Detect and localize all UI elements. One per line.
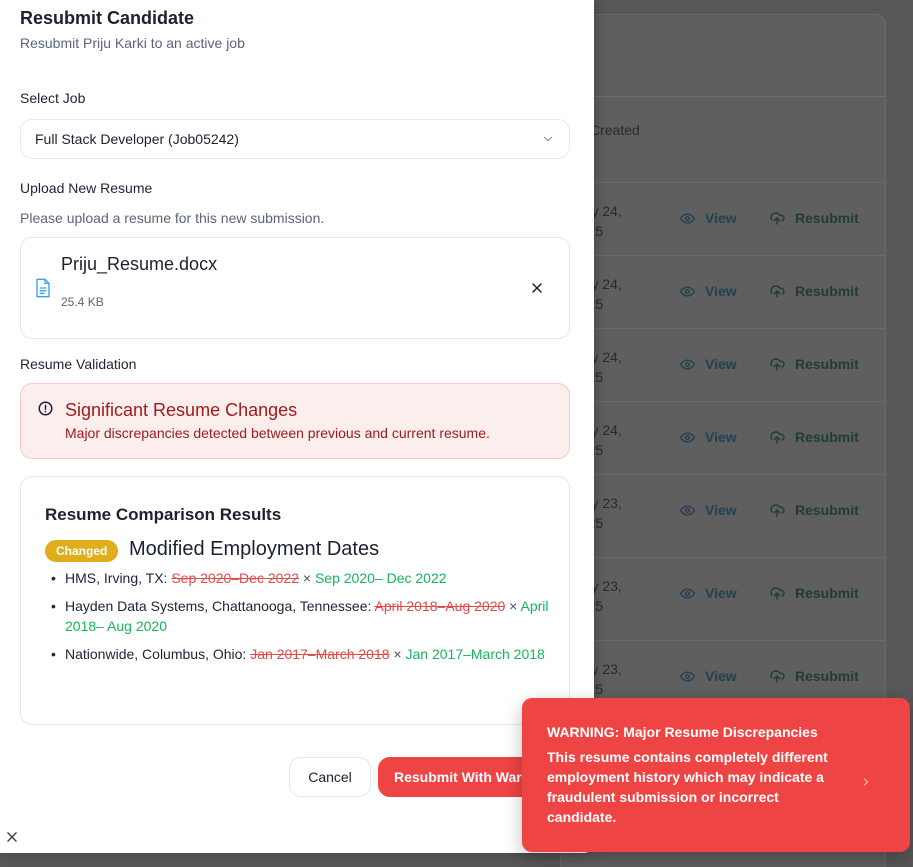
row-resubmit-button[interactable]: Resubmit — [769, 429, 859, 445]
changed-badge: Changed — [45, 540, 119, 562]
old-dates: Sep 2020–Dec 2022 — [171, 570, 299, 586]
table-row: May 24,2025ViewResubmit — [560, 401, 886, 474]
cloud-upload-icon — [769, 585, 785, 601]
eye-icon — [680, 430, 695, 445]
upload-help-text: Please upload a resume for this new subm… — [20, 210, 325, 226]
separator: × — [302, 570, 312, 586]
view-label: View — [705, 429, 737, 445]
company-text: Nationwide, Columbus, Ohio: — [65, 646, 247, 662]
resubmit-label: Resubmit — [795, 429, 859, 445]
resubmit-label: Resubmit — [795, 356, 859, 372]
eye-icon — [680, 211, 695, 226]
alert-circle-icon — [38, 401, 53, 416]
resubmit-candidate-modal: Resubmit Candidate Resubmit Priju Karki … — [0, 0, 594, 853]
separator: × — [509, 598, 518, 614]
new-dates: Jan 2017–March 2018 — [405, 646, 545, 662]
change-list: HMS, Irving, TX: Sep 2020–Dec 2022 × Sep… — [45, 568, 550, 672]
list-item: Hayden Data Systems, Chattanooga, Tennes… — [45, 596, 550, 636]
view-label: View — [705, 502, 737, 518]
modal-subtitle: Resubmit Priju Karki to an active job — [20, 35, 245, 51]
resubmit-label: Resubmit — [795, 668, 859, 684]
view-button[interactable]: View — [680, 502, 737, 518]
resubmit-label: Resubmit — [795, 585, 859, 601]
chevron-right-icon[interactable] — [860, 776, 872, 788]
view-label: View — [705, 356, 737, 372]
view-button[interactable]: View — [680, 210, 737, 226]
modal-title: Resubmit Candidate — [20, 8, 195, 28]
table-row: May 24,2025ViewResubmit — [560, 182, 886, 255]
alert-title: Significant Resume Changes — [65, 400, 298, 420]
view-label: View — [705, 668, 737, 684]
select-job-label: Select Job — [20, 90, 86, 106]
view-button[interactable]: View — [680, 429, 737, 445]
document-icon — [36, 278, 50, 298]
row-resubmit-button[interactable]: Resubmit — [769, 668, 859, 684]
old-dates: April 2018–Aug 2020 — [374, 598, 506, 614]
company-text: HMS, Irving, TX: — [65, 570, 168, 586]
comparison-title: Resume Comparison Results — [45, 505, 282, 524]
table-row: May 23,2025ViewResubmit — [560, 474, 886, 547]
toast-body: This resume contains completely differen… — [547, 749, 828, 825]
row-resubmit-button[interactable]: Resubmit — [769, 210, 859, 226]
change-heading: Modified Employment Dates — [129, 538, 380, 560]
resume-comparison-card: Resume Comparison Results Changed Modifi… — [20, 476, 570, 725]
eye-icon — [680, 284, 695, 299]
eye-icon — [680, 669, 695, 684]
remove-file-icon[interactable] — [529, 280, 545, 296]
view-button[interactable]: View — [680, 585, 737, 601]
close-icon[interactable] — [5, 830, 19, 844]
validation-alert: Significant Resume Changes Major discrep… — [20, 383, 570, 459]
file-size: 25.4 KB — [61, 295, 104, 309]
cloud-upload-icon — [769, 668, 785, 684]
alert-description: Major discrepancies detected between pre… — [65, 425, 490, 441]
view-button[interactable]: View — [680, 356, 737, 372]
cloud-upload-icon — [769, 283, 785, 299]
selected-job-value: Full Stack Developer (Job05242) — [35, 131, 239, 147]
resubmit-with-warning-button[interactable]: Resubmit With Warning — [378, 757, 538, 797]
cancel-button[interactable]: Cancel — [289, 757, 371, 797]
separator: × — [393, 646, 402, 662]
cloud-upload-icon — [769, 502, 785, 518]
resubmit-label: Resubmit — [795, 210, 859, 226]
eye-icon — [680, 586, 695, 601]
row-resubmit-button[interactable]: Resubmit — [769, 502, 859, 518]
resubmit-label: Resubmit — [795, 502, 859, 518]
toast-title: WARNING: Major Resume Discrepancies — [547, 724, 818, 740]
view-button[interactable]: View — [680, 283, 737, 299]
row-resubmit-button[interactable]: Resubmit — [769, 356, 859, 372]
table-row: May 24,2025ViewResubmit — [560, 255, 886, 328]
eye-icon — [680, 503, 695, 518]
view-label: View — [705, 585, 737, 601]
view-button[interactable]: View — [680, 668, 737, 684]
file-name: Priju_Resume.docx — [61, 254, 218, 274]
list-item: Nationwide, Columbus, Ohio: Jan 2017–Mar… — [45, 644, 550, 664]
row-resubmit-button[interactable]: Resubmit — [769, 585, 859, 601]
upload-resume-label: Upload New Resume — [20, 180, 153, 196]
resume-validation-label: Resume Validation — [20, 356, 137, 372]
cloud-upload-icon — [769, 356, 785, 372]
table-row: May 24,2025ViewResubmit — [560, 328, 886, 401]
job-select[interactable]: Full Stack Developer (Job05242) — [20, 119, 570, 159]
list-item: HMS, Irving, TX: Sep 2020–Dec 2022 × Sep… — [45, 568, 550, 588]
table-row: May 23,2025ViewResubmit — [560, 557, 886, 630]
background-header-divider — [560, 96, 886, 97]
row-resubmit-button[interactable]: Resubmit — [769, 283, 859, 299]
view-label: View — [705, 283, 737, 299]
eye-icon — [680, 357, 695, 372]
cloud-upload-icon — [769, 429, 785, 445]
resubmit-label: Resubmit — [795, 283, 859, 299]
company-text: Hayden Data Systems, Chattanooga, Tennes… — [65, 598, 372, 614]
chevron-down-icon — [543, 136, 553, 142]
background-column-header: Created — [590, 122, 640, 138]
old-dates: Jan 2017–March 2018 — [250, 646, 390, 662]
new-dates: Sep 2020– Dec 2022 — [314, 570, 447, 586]
uploaded-file-card: Priju_Resume.docx 25.4 KB — [20, 237, 570, 339]
warning-toast[interactable]: WARNING: Major Resume Discrepancies This… — [522, 698, 910, 852]
cloud-upload-icon — [769, 210, 785, 226]
view-label: View — [705, 210, 737, 226]
